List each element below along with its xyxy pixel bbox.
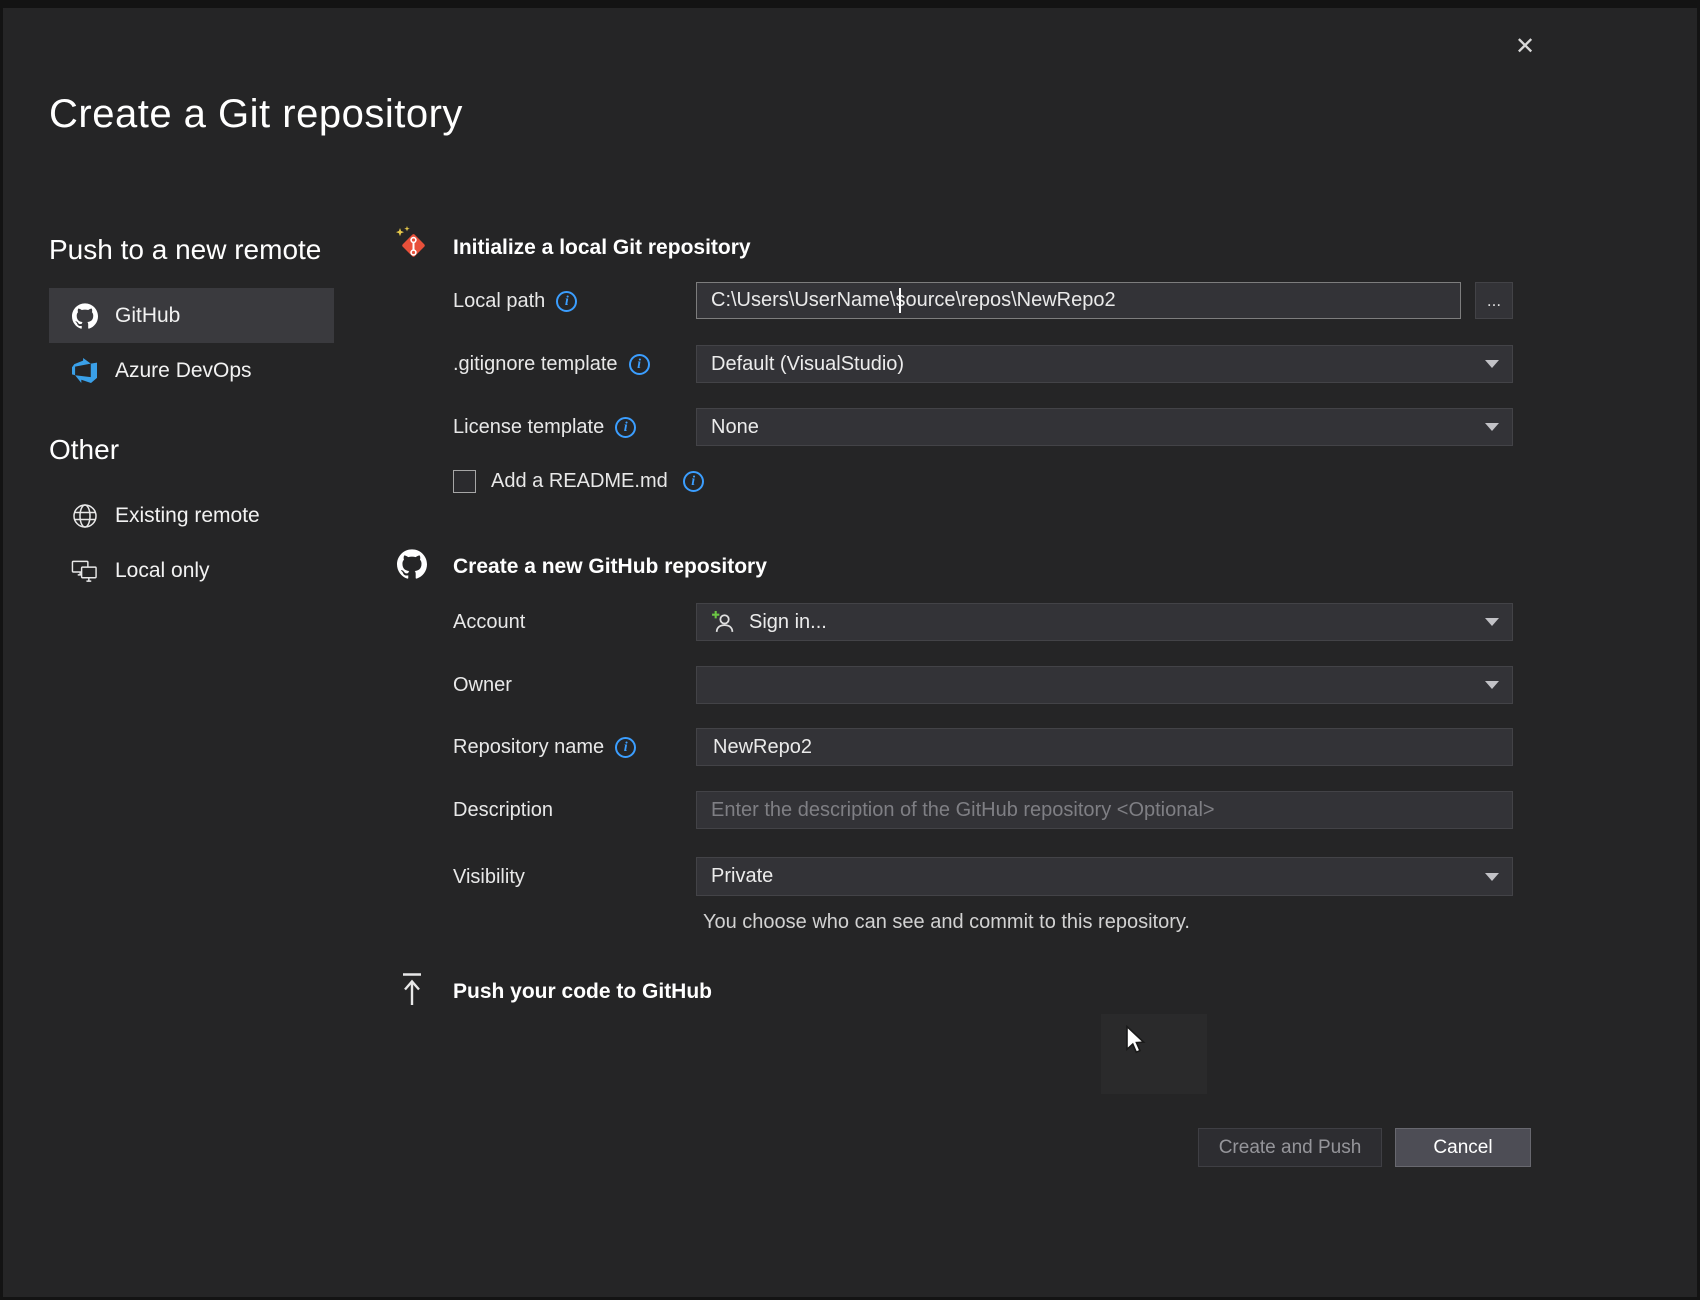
account-dropdown[interactable]: Sign in... <box>696 603 1513 641</box>
license-label-text: License template <box>453 416 604 439</box>
globe-icon <box>71 502 98 529</box>
repository-name-label: Repository name i <box>453 733 636 761</box>
local-path-input[interactable] <box>696 282 1461 319</box>
push-remote-header: Push to a new remote <box>49 234 334 266</box>
gitignore-template-value: Default (VisualStudio) <box>711 353 904 376</box>
sidebar-item-label: Azure DevOps <box>115 359 252 383</box>
sidebar-item-label: Existing remote <box>115 504 260 528</box>
gitignore-template-label: .gitignore template i <box>453 350 650 378</box>
visibility-label-text: Visibility <box>453 866 525 889</box>
other-header: Other <box>49 434 334 466</box>
visibility-label: Visibility <box>453 863 525 891</box>
info-icon[interactable]: i <box>615 417 636 438</box>
azure-devops-icon <box>71 357 98 384</box>
owner-dropdown[interactable] <box>696 666 1513 704</box>
close-icon: ✕ <box>1515 32 1535 61</box>
info-icon[interactable]: i <box>556 291 577 312</box>
push-upload-icon <box>397 972 427 1013</box>
chevron-down-icon <box>1485 618 1499 626</box>
github-icon <box>71 302 98 329</box>
git-repository-icon <box>394 226 432 269</box>
sidebar-item-local-only[interactable]: Local only <box>49 543 334 598</box>
description-label: Description <box>453 796 553 824</box>
sidebar-item-existing-remote[interactable]: Existing remote <box>49 488 334 543</box>
sidebar-item-github[interactable]: GitHub <box>49 288 334 343</box>
sidebar-item-azure-devops[interactable]: Azure DevOps <box>49 343 334 398</box>
cancel-button[interactable]: Cancel <box>1395 1128 1531 1167</box>
license-template-dropdown[interactable]: None <box>696 408 1513 446</box>
local-path-label-text: Local path <box>453 290 545 313</box>
create-and-push-button[interactable]: Create and Push <box>1198 1128 1382 1167</box>
visibility-dropdown[interactable]: Private <box>696 857 1513 896</box>
readme-row: Add a README.md i <box>453 470 704 493</box>
description-input[interactable] <box>696 791 1513 829</box>
owner-label: Owner <box>453 671 512 699</box>
close-button[interactable]: ✕ <box>1505 26 1545 66</box>
text-caret <box>899 288 901 313</box>
chevron-down-icon <box>1485 423 1499 431</box>
visibility-value: Private <box>711 865 773 888</box>
sidebar-item-label: GitHub <box>115 304 180 328</box>
license-template-value: None <box>711 416 759 439</box>
readme-label: Add a README.md <box>491 470 668 493</box>
init-section-title: Initialize a local Git repository <box>453 236 751 260</box>
readme-checkbox[interactable] <box>453 470 476 493</box>
visibility-help-text: You choose who can see and commit to thi… <box>703 911 1190 934</box>
account-value: Sign in... <box>749 611 827 634</box>
mouse-cursor <box>1122 1025 1148 1062</box>
info-icon[interactable]: i <box>629 354 650 375</box>
github-icon <box>397 549 427 584</box>
chevron-down-icon <box>1485 681 1499 689</box>
account-label: Account <box>453 608 525 636</box>
sidebar-item-label: Local only <box>115 559 210 583</box>
description-label-text: Description <box>453 799 553 822</box>
chevron-down-icon <box>1485 360 1499 368</box>
repository-name-label-text: Repository name <box>453 736 604 759</box>
dialog-title: Create a Git repository <box>49 92 463 137</box>
info-icon[interactable]: i <box>615 737 636 758</box>
info-icon[interactable]: i <box>683 471 704 492</box>
github-section-title: Create a new GitHub repository <box>453 555 767 579</box>
gitignore-label-text: .gitignore template <box>453 353 618 376</box>
chevron-down-icon <box>1485 873 1499 881</box>
repository-name-input[interactable] <box>696 728 1513 766</box>
account-label-text: Account <box>453 611 525 634</box>
local-path-label: Local path i <box>453 287 577 315</box>
push-section-title: Push your code to GitHub <box>453 980 712 1004</box>
cursor-hover-region <box>1101 1014 1207 1094</box>
browse-button[interactable]: ... <box>1475 282 1513 319</box>
owner-label-text: Owner <box>453 674 512 697</box>
create-git-repo-dialog: Create a Git repository ✕ Push to a new … <box>0 0 1700 1300</box>
license-template-label: License template i <box>453 413 636 441</box>
sidebar: Push to a new remote GitHub Azure DevOps… <box>49 234 334 598</box>
sign-in-person-icon <box>711 610 736 635</box>
gitignore-template-dropdown[interactable]: Default (VisualStudio) <box>696 345 1513 383</box>
local-only-icon <box>71 557 98 584</box>
